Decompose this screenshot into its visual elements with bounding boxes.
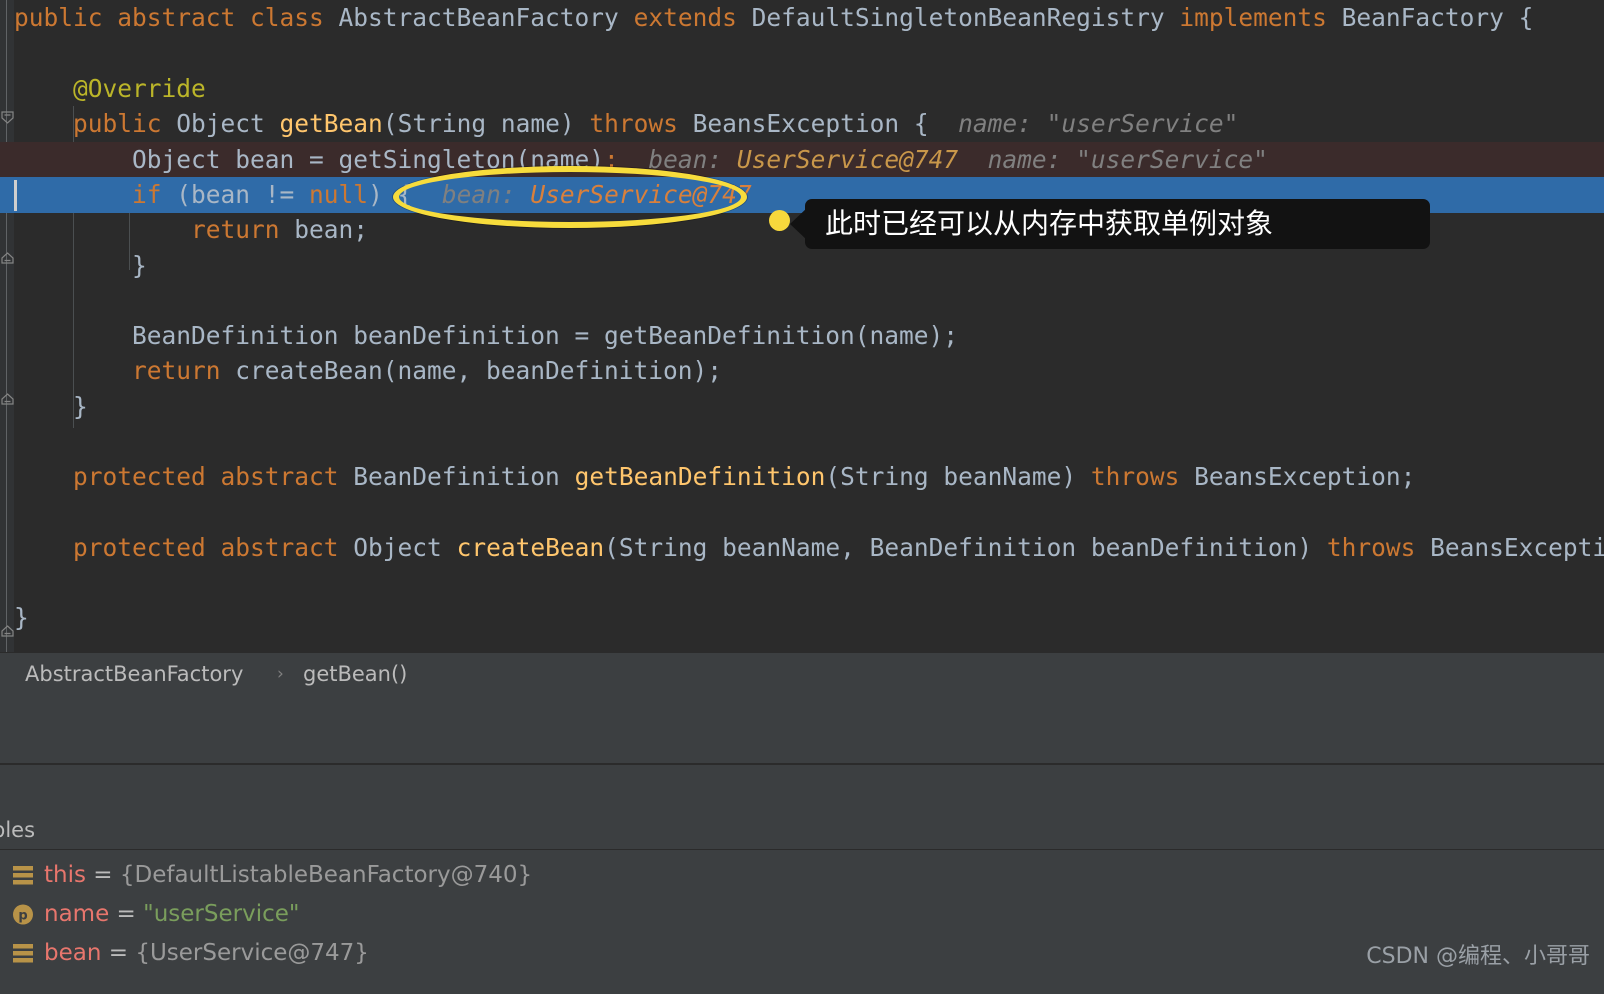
object-icon [12, 865, 34, 886]
keyword-throws-2: throws [1090, 462, 1195, 491]
watermark: CSDN @编程、小哥哥 [1366, 944, 1590, 969]
code-line-18[interactable]: } [0, 600, 1604, 636]
method-name-getbeandefinition: getBeanDefinition [574, 462, 826, 491]
breadcrumb[interactable]: AbstractBeanFactory › getBean() [0, 652, 1604, 695]
variables-tab-label[interactable]: bles [0, 810, 35, 850]
inline-hint-value-bean: UserService@747 [736, 145, 959, 174]
inline-hint-key-name2: name: [987, 145, 1062, 174]
svg-text:p: p [18, 909, 27, 924]
keyword-return-2: return [132, 356, 236, 385]
class-name: AbstractBeanFactory [338, 3, 634, 32]
parameter-icon: p [12, 904, 34, 925]
variable-name-name: name [44, 901, 110, 927]
keyword-abstract-2: abstract [220, 462, 354, 491]
return-expression: bean; [294, 215, 369, 244]
keyword-throws: throws [589, 109, 693, 138]
code-line-11[interactable]: return createBean(name, beanDefinition); [0, 353, 1604, 389]
debugger-frames-area[interactable] [0, 764, 1604, 812]
variable-equals-name: = [109, 901, 144, 927]
method-params: (String name) [382, 109, 590, 138]
inline-hint-key-name: name: [958, 109, 1032, 138]
keyword-return: return [191, 215, 295, 244]
variable-content-this: this = {DefaultListableBeanFactory@740} [44, 856, 532, 895]
closing-brace-class: } [14, 603, 29, 632]
inline-hint-value-name: "userService" [1046, 109, 1239, 138]
return-type: Object [176, 109, 280, 138]
variable-equals-this: = [85, 862, 120, 888]
code-line-12[interactable]: } [0, 389, 1604, 425]
debugger-toolbar-area[interactable] [0, 694, 1604, 764]
params-createbean: (String beanName, BeanDefinition beanDef… [604, 533, 1327, 562]
code-editor[interactable]: public abstract class AbstractBeanFactor… [0, 0, 1604, 652]
keyword-public: public [73, 109, 177, 138]
exception-type-3: BeansException; [1430, 533, 1604, 562]
return-type-object: Object [353, 533, 457, 562]
keyword-extends: extends [633, 3, 752, 32]
callout-dot-marker [769, 210, 790, 231]
code-line-14[interactable]: protected abstract BeanDefinition getBea… [0, 459, 1604, 495]
return-createbean: createBean(name, beanDefinition); [235, 356, 723, 385]
closing-brace-if: } [132, 251, 147, 280]
code-line-3[interactable]: @Override [0, 71, 1604, 107]
variable-row-this[interactable]: this = {DefaultListableBeanFactory@740} [0, 856, 1604, 895]
breadcrumb-method[interactable]: getBean() [303, 653, 407, 695]
keyword-protected-2: protected [73, 533, 221, 562]
code-line-16[interactable]: protected abstract Object createBean(Str… [0, 530, 1604, 566]
highlight-ellipse-annotation [393, 166, 747, 228]
callout-tooltip-text: 此时已经可以从内存中获取单例对象 [825, 207, 1274, 240]
keyword-public: public [14, 3, 118, 32]
variable-content-name: name = "userService" [44, 895, 299, 934]
params-getbeandefinition: (String beanName) [825, 462, 1091, 491]
closing-brace-method: } [73, 392, 88, 421]
code-line-4[interactable]: public Object getBean(String name) throw… [0, 106, 1604, 142]
statement-beandefinition: BeanDefinition beanDefinition = getBeanD… [132, 321, 959, 350]
superclass-name: DefaultSingletonBeanRegistry [751, 3, 1180, 32]
variable-name-this: this [44, 862, 86, 888]
keyword-implements: implements [1179, 3, 1342, 32]
code-line-8[interactable]: } [0, 248, 1604, 284]
keyword-protected: protected [73, 462, 221, 491]
ide-screenshot: public abstract class AbstractBeanFactor… [0, 0, 1604, 994]
variables-tab-header[interactable]: bles [0, 810, 1604, 850]
keyword-null: null [309, 180, 369, 209]
exception-type-2: BeansException; [1194, 462, 1416, 491]
method-name-createbean: createBean [456, 533, 605, 562]
keyword-throws-3: throws [1326, 533, 1431, 562]
variable-row-name[interactable]: p name = "userService" [0, 895, 1604, 934]
keyword-abstract-3: abstract [220, 533, 354, 562]
code-line-10[interactable]: BeanDefinition beanDefinition = getBeanD… [0, 318, 1604, 354]
method-name-getbean: getBean [279, 109, 383, 138]
callout-tooltip-box: 此时已经可以从内存中获取单例对象 [805, 199, 1430, 249]
keyword-class: class [250, 3, 339, 32]
variable-value-this: {DefaultListableBeanFactory@740} [119, 862, 533, 888]
keyword-if: if [132, 180, 177, 209]
keyword-abstract: abstract [117, 3, 251, 32]
interface-name: BeanFactory { [1341, 3, 1534, 32]
annotation-override: @Override [73, 74, 206, 103]
exception-type: BeansException { [692, 109, 929, 138]
variable-value-name: "userService" [143, 901, 300, 927]
variables-list[interactable]: this = {DefaultListableBeanFactory@740} … [0, 850, 1604, 994]
if-condition-open: (bean != [176, 180, 310, 209]
breadcrumb-class[interactable]: AbstractBeanFactory [25, 653, 243, 695]
inline-hint-value-name2: "userService" [1076, 145, 1268, 174]
code-line-1[interactable]: public abstract class AbstractBeanFactor… [0, 0, 1604, 36]
chevron-right-icon: › [277, 664, 284, 684]
code-line-5[interactable]: Object bean = getSingleton(name); bean: … [0, 142, 1604, 178]
return-type-beandefinition: BeanDefinition [353, 462, 575, 491]
